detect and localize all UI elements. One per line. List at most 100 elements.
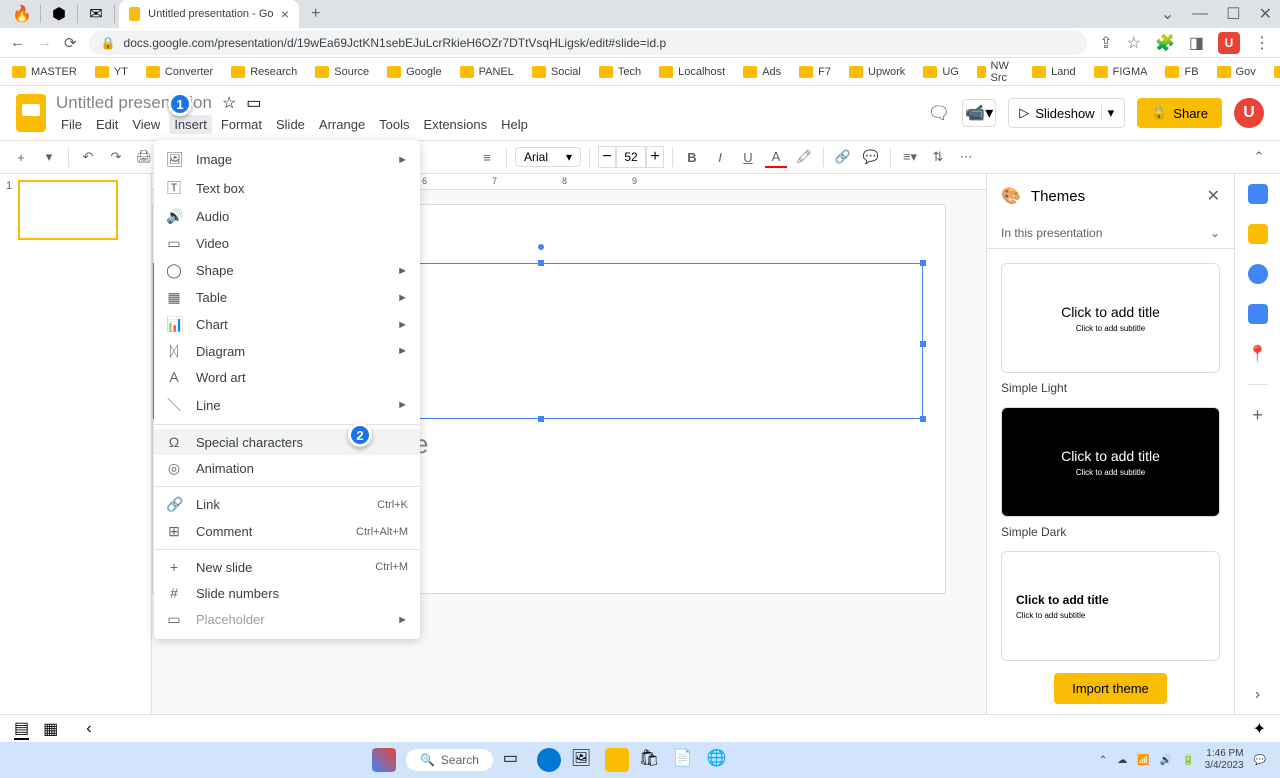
extensions-icon[interactable]: 🧩: [1155, 33, 1175, 53]
star-icon[interactable]: ☆: [1127, 33, 1141, 53]
comment-button[interactable]: 💬: [860, 146, 882, 168]
explorer-icon[interactable]: [605, 748, 629, 772]
menu-item-comment[interactable]: ⊞CommentCtrl+Alt+M: [154, 518, 420, 545]
maps-icon[interactable]: 📍: [1248, 344, 1268, 364]
bookmark[interactable]: PANEL: [460, 66, 514, 78]
wifi-icon[interactable]: 📶: [1137, 755, 1149, 766]
menu-item-chart[interactable]: 📊Chart►: [154, 311, 420, 338]
edge-icon[interactable]: [537, 748, 561, 772]
explore-button[interactable]: ✦: [1253, 719, 1266, 739]
meet-button[interactable]: 📹▾: [962, 99, 996, 127]
bold-button[interactable]: B: [681, 146, 703, 168]
import-theme-button[interactable]: Import theme: [1054, 673, 1167, 704]
slide-thumbnail[interactable]: [18, 180, 118, 240]
new-slide-button[interactable]: +: [10, 146, 32, 168]
slides-logo-icon[interactable]: [16, 94, 46, 132]
contacts-icon[interactable]: [1248, 304, 1268, 324]
minimize-icon[interactable]: —: [1192, 5, 1208, 23]
volume-icon[interactable]: 🔊: [1160, 755, 1172, 766]
bookmark[interactable]: FIGMA: [1094, 66, 1148, 78]
menu-item-special-characters[interactable]: ΩSpecial characters: [154, 429, 420, 455]
ext-icon[interactable]: ⬢: [45, 4, 73, 24]
chevron-left-icon[interactable]: ‹: [86, 720, 91, 738]
task-view-icon[interactable]: ▭: [503, 748, 527, 772]
menu-tools[interactable]: Tools: [374, 115, 414, 134]
menu-arrange[interactable]: Arrange: [314, 115, 370, 134]
maximize-icon[interactable]: ☐: [1226, 4, 1240, 24]
url-input[interactable]: 🔒 docs.google.com/presentation/d/19wEa69…: [89, 31, 1088, 55]
undo-button[interactable]: ↶: [77, 146, 99, 168]
star-icon[interactable]: ☆: [222, 93, 236, 113]
share-button[interactable]: 🔒 Share: [1137, 98, 1222, 128]
theme-card-streamline[interactable]: Click to add title Click to add subtitle: [1001, 551, 1220, 661]
move-icon[interactable]: ▭: [246, 93, 261, 113]
bookmark[interactable]: Land: [1032, 66, 1075, 78]
chevron-right-icon[interactable]: ›: [1255, 686, 1260, 704]
menu-item-diagram[interactable]: ᛞDiagram►: [154, 338, 420, 364]
highlight-button[interactable]: 🖍: [793, 146, 815, 168]
menu-slide[interactable]: Slide: [271, 115, 310, 134]
close-panel-icon[interactable]: ✕: [1207, 186, 1220, 206]
redo-button[interactable]: ↷: [105, 146, 127, 168]
bookmark[interactable]: Localhost: [659, 66, 725, 78]
forward-icon[interactable]: →: [37, 34, 52, 51]
menu-extensions[interactable]: Extensions: [419, 115, 493, 134]
increase-size[interactable]: +: [646, 146, 664, 168]
chrome-icon[interactable]: 🌐: [707, 748, 731, 772]
chevron-down-icon[interactable]: ⌄: [1161, 4, 1174, 24]
tasks-icon[interactable]: [1248, 264, 1268, 284]
menu-item-animation[interactable]: ◎Animation: [154, 455, 420, 482]
bookmark[interactable]: Source: [315, 66, 369, 78]
menu-item-shape[interactable]: ◯Shape►: [154, 257, 420, 284]
photos-icon[interactable]: 🖼: [571, 748, 595, 772]
chevron-down-icon[interactable]: ▾: [1101, 105, 1115, 121]
collapse-toolbar-icon[interactable]: ⌃: [1248, 146, 1270, 168]
bookmark[interactable]: NW Src: [977, 60, 1014, 84]
chevron-down-icon[interactable]: ▾: [38, 146, 60, 168]
font-size-value[interactable]: 52: [616, 146, 646, 168]
menu-item-table[interactable]: ▦Table►: [154, 284, 420, 311]
italic-button[interactable]: I: [709, 146, 731, 168]
menu-help[interactable]: Help: [496, 115, 533, 134]
notifications-icon[interactable]: 💬: [1254, 755, 1266, 766]
font-size-stepper[interactable]: − 52 +: [598, 146, 664, 168]
side-panel-icon[interactable]: ◨: [1189, 33, 1204, 53]
bookmark[interactable]: Elementor: [1274, 66, 1280, 78]
add-addon-icon[interactable]: +: [1252, 405, 1263, 426]
slideshow-button[interactable]: ▷ Slideshow ▾: [1008, 98, 1125, 128]
menu-item-image[interactable]: 🖼Image►: [154, 146, 420, 173]
bookmark[interactable]: Gov: [1217, 66, 1256, 78]
tray-chevron-icon[interactable]: ⌃: [1099, 755, 1107, 766]
menu-view[interactable]: View: [127, 115, 165, 134]
text-color-button[interactable]: A: [765, 146, 787, 168]
store-icon[interactable]: 🛍: [639, 748, 663, 772]
grid-view-icon[interactable]: ▦: [43, 719, 58, 739]
bookmark[interactable]: Research: [231, 66, 297, 78]
menu-item-line[interactable]: ＼Line►: [154, 390, 420, 420]
menu-insert[interactable]: Insert: [169, 115, 212, 134]
theme-card-dark[interactable]: Click to add title Click to add subtitle: [1001, 407, 1220, 517]
bookmark[interactable]: Social: [532, 66, 581, 78]
battery-icon[interactable]: 🔋: [1182, 755, 1194, 766]
menu-item-audio[interactable]: 🔊Audio: [154, 203, 420, 230]
menu-item-link[interactable]: 🔗LinkCtrl+K: [154, 491, 420, 518]
menu-item-wordart[interactable]: AWord art: [154, 364, 420, 390]
bookmark[interactable]: YT: [95, 66, 128, 78]
bookmark[interactable]: Converter: [146, 66, 213, 78]
menu-item-slide-numbers[interactable]: #Slide numbers: [154, 580, 420, 606]
theme-card-light[interactable]: Click to add title Click to add subtitle: [1001, 263, 1220, 373]
underline-button[interactable]: U: [737, 146, 759, 168]
browser-tab-active[interactable]: Untitled presentation - Google S ×: [119, 0, 299, 28]
taskbar-search[interactable]: 🔍Search: [406, 749, 493, 771]
link-button[interactable]: 🔗: [832, 146, 854, 168]
comments-icon[interactable]: 🗨: [927, 103, 950, 124]
align-button[interactable]: ≡▾: [899, 146, 921, 168]
new-tab-button[interactable]: +: [311, 5, 320, 23]
more-button[interactable]: ⋯: [955, 146, 977, 168]
start-icon[interactable]: [372, 748, 396, 772]
close-window-icon[interactable]: ✕: [1259, 4, 1272, 24]
bookmark[interactable]: FB: [1165, 66, 1198, 78]
bookmark[interactable]: Upwork: [849, 66, 905, 78]
share-page-icon[interactable]: ⇪: [1099, 33, 1112, 53]
line-spacing-button[interactable]: ⇅: [927, 146, 949, 168]
